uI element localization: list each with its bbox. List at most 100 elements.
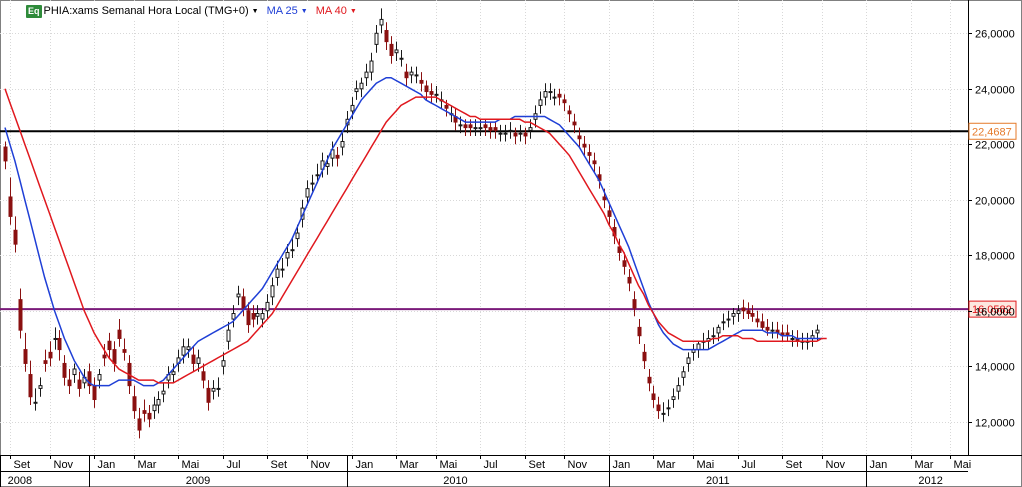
candle-body [548, 91, 553, 94]
candle-body [350, 104, 355, 112]
x-month-label: Mai [697, 459, 715, 471]
candle-body [43, 360, 48, 364]
candle-body [152, 404, 157, 412]
candle-body [221, 360, 226, 367]
candle-body [226, 329, 231, 342]
candle-body [696, 343, 701, 351]
chart-legend: Eq PHIA:xams Semanal Hora Local (TMG+0) … [26, 3, 369, 19]
candle-body [364, 71, 369, 79]
candle-body [379, 18, 384, 26]
candle-body [686, 357, 691, 364]
candle-body [429, 91, 434, 95]
candle-body [216, 387, 221, 390]
candle-body [607, 210, 612, 217]
candle-body [592, 160, 597, 165]
candle-body [552, 96, 557, 99]
candle-body [572, 121, 577, 126]
x-month-label: Mar [915, 459, 934, 471]
candle-body [315, 174, 320, 177]
candle-body [305, 188, 310, 198]
y-axis: 12,0000 14,0000 16,0000 18,0000 20,0000 22,00… [968, 29, 1015, 430]
candle-body [48, 351, 53, 359]
candle-body [711, 335, 716, 338]
candle-body [513, 132, 518, 137]
y-tick-label: 22,0000 [975, 140, 1015, 152]
candle-body [211, 387, 216, 392]
candle-body [741, 307, 746, 312]
candle-body [508, 129, 513, 132]
candle-body [750, 313, 755, 317]
candle-body [265, 301, 270, 312]
candle-body [246, 310, 251, 326]
x-month-label: Mar [400, 459, 419, 471]
equity-badge: Eq [26, 4, 42, 18]
candle-body [562, 99, 567, 104]
candle-body [736, 310, 741, 315]
candle-body [651, 393, 656, 401]
candle-body [602, 196, 607, 201]
candle-body [77, 379, 82, 389]
x-month-label: Nov [826, 459, 846, 471]
candle-body [503, 132, 508, 135]
candle-body [117, 329, 122, 339]
candle-body [647, 376, 652, 384]
candle-body [419, 79, 424, 84]
x-month-label: Mar [138, 459, 157, 471]
candle-body [770, 329, 775, 332]
ma25-menu-icon[interactable]: ▼ [301, 8, 308, 15]
x-year-label: 2011 [706, 475, 730, 487]
candle-body [38, 385, 43, 389]
candle-body [57, 337, 62, 351]
candle-body [394, 49, 399, 54]
candle-body [632, 299, 637, 309]
candle-body [538, 99, 543, 106]
candle-body [3, 146, 8, 162]
candle-body [196, 357, 201, 364]
x-month-label: Set [529, 459, 546, 471]
candle-body [666, 407, 671, 410]
candle-body [67, 379, 72, 387]
x-year-label: 2008 [8, 475, 32, 487]
x-month-label: Jul [227, 459, 241, 471]
y-tick-label: 12,0000 [975, 418, 1015, 430]
candle-body [231, 313, 236, 320]
candle-body [543, 91, 548, 98]
candle-body [518, 132, 523, 135]
candle-body [340, 140, 345, 148]
ma40-menu-icon[interactable]: ▼ [350, 8, 357, 15]
x-month-label: Jan [356, 459, 374, 471]
y-tick-label: 18,0000 [975, 251, 1015, 263]
symbol-menu-icon[interactable]: ▼ [252, 8, 259, 15]
candle-body [676, 385, 681, 392]
x-month-label: Jan [613, 459, 631, 471]
candle-body [746, 310, 751, 315]
candle-body [18, 299, 23, 331]
candle-body [102, 354, 107, 359]
candle-body [414, 74, 419, 77]
candle-body [523, 132, 528, 137]
candle-body [755, 318, 760, 323]
candle-body [458, 124, 463, 127]
candle-body [97, 374, 102, 381]
candle-body [716, 326, 721, 334]
candle-body [28, 374, 33, 398]
chart-frame [0, 0, 1022, 487]
candle-body [181, 346, 186, 356]
candle-body [137, 418, 142, 431]
candle-body [171, 371, 176, 376]
x-month-label: Set [14, 459, 31, 471]
ma25-label: MA 25 [266, 5, 298, 17]
ma40-label: MA 40 [315, 5, 347, 17]
x-year-label: 2010 [443, 475, 467, 487]
candle-body [33, 401, 38, 404]
candle-body [201, 371, 206, 381]
candle-body [107, 340, 112, 351]
x-year-label: 2009 [186, 475, 210, 487]
candle-body [241, 296, 246, 309]
candle-body [404, 71, 409, 79]
candle-body [359, 82, 364, 90]
x-month-label: Set [786, 459, 803, 471]
x-month-label: Jan [98, 459, 116, 471]
candle-body [399, 57, 404, 60]
x-month-label: Mai [182, 459, 200, 471]
